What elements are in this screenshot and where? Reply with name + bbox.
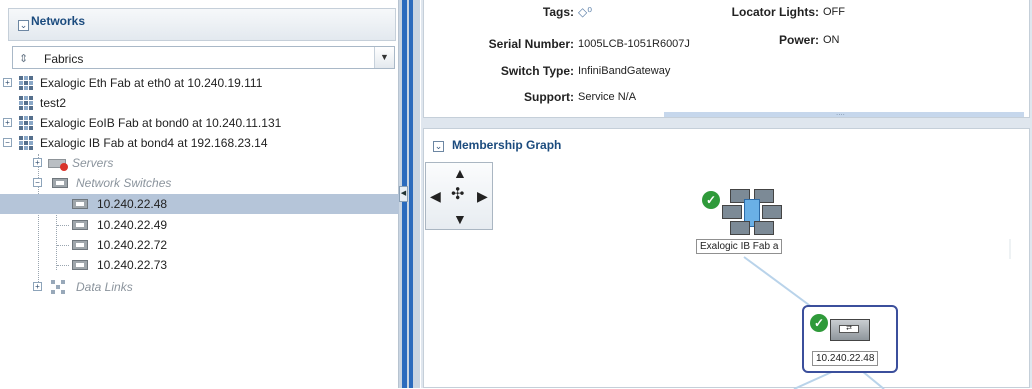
tree-item-label: Data Links — [76, 280, 133, 294]
power-value: ON — [823, 34, 840, 46]
expand-icon[interactable]: + — [3, 118, 12, 127]
tree-item-test2[interactable]: test2 — [0, 93, 399, 113]
tree-item-label: 10.240.22.48 — [97, 197, 168, 211]
support-label: Support: — [524, 90, 574, 104]
collapse-panel-handle[interactable]: ◀ — [399, 186, 408, 202]
tree-item-eoib-fab[interactable]: + Exalogic EoIB Fab at bond0 at 10.240.1… — [0, 113, 399, 133]
sort-icon: ⇕ — [19, 53, 29, 65]
tree-item-data-links[interactable]: + Data Links — [0, 277, 399, 297]
expand-icon[interactable]: + — [3, 78, 12, 87]
fabric-node-label: Exalogic IB Fab a — [696, 239, 783, 254]
view-select[interactable]: ⇕ Fabrics ▼ — [12, 46, 395, 69]
membership-graph-panel: ⌄ Membership Graph ▲ ◀ ✣ ▶ ▼ ✓ Exalogic … — [423, 128, 1030, 389]
fabric-icon — [18, 75, 34, 91]
tree-item-label: 10.240.22.73 — [97, 258, 168, 272]
tree-item-servers[interactable]: + Servers — [0, 153, 399, 173]
fabric-node[interactable]: ✓ Exalogic IB Fab a — [696, 187, 802, 259]
expand-icon[interactable]: + — [33, 158, 42, 167]
fabric-icon — [18, 135, 34, 151]
collapse-networks-button[interactable]: ⌄ — [18, 20, 29, 31]
collapse-icon[interactable]: − — [33, 178, 42, 187]
view-select-value: Fabrics — [44, 52, 84, 66]
support-value: Service N/A — [578, 91, 637, 103]
switch-type-label: Switch Type: — [500, 64, 574, 78]
tree-item-eth-fab[interactable]: + Exalogic Eth Fab at eth0 at 10.240.19.… — [0, 73, 399, 93]
networks-header: ⌄ Networks — [8, 8, 396, 41]
tree-item-switch-10-240-22-73[interactable]: 10.240.22.73 — [0, 255, 399, 275]
tree-item-switch-10-240-22-48[interactable]: 10.240.22.48 — [0, 194, 399, 214]
status-ok-icon: ✓ — [702, 191, 720, 209]
switch-icon — [72, 240, 88, 250]
serial-number-label: Serial Number: — [488, 37, 574, 51]
switch-icon — [72, 220, 88, 230]
tree-item-switch-10-240-22-72[interactable]: 10.240.22.72 — [0, 235, 399, 255]
tree-item-switch-10-240-22-49[interactable]: 10.240.22.49 — [0, 215, 399, 235]
fabric-node-icon — [722, 189, 782, 237]
tree-item-network-switches[interactable]: − Network Switches — [0, 173, 399, 193]
switch-node[interactable]: ✓ ⇄ 10.240.22.48 — [802, 305, 898, 373]
data-links-icon — [50, 279, 66, 295]
graph-edges — [743, 239, 1011, 389]
collapse-icon[interactable]: − — [3, 138, 12, 147]
tree-item-label: Exalogic IB Fab at bond4 at 192.168.23.1… — [40, 136, 268, 150]
error-icon — [60, 163, 68, 171]
expand-icon[interactable]: + — [33, 282, 42, 291]
power-label: Power: — [778, 33, 819, 47]
locator-lights-value: OFF — [823, 6, 845, 18]
switch-icon — [72, 260, 88, 270]
details-panel: Tags: ◇⁰ Serial Number: 1005LCB-1051R600… — [423, 0, 1030, 118]
fabric-icon — [18, 95, 34, 111]
networks-panel: ⌄ Networks ⇕ Fabrics ▼ + Exalogic Eth Fa… — [0, 0, 399, 388]
panel-splitter[interactable]: ◀ — [399, 0, 420, 388]
tree-item-label: Network Switches — [76, 176, 172, 190]
networks-title: Networks — [31, 14, 86, 28]
tree-item-label: test2 — [40, 96, 67, 110]
tags-label: Tags: — [542, 5, 574, 19]
content-area: Tags: ◇⁰ Serial Number: 1005LCB-1051R600… — [421, 0, 1032, 389]
switch-icon — [52, 178, 68, 188]
switch-type-value: InfiniBandGateway — [578, 65, 671, 77]
chevron-down-icon[interactable]: ▼ — [374, 47, 394, 68]
fabric-icon — [18, 115, 34, 131]
locator-lights-label: Locator Lights: — [731, 5, 819, 19]
tree-item-ib-fab[interactable]: − Exalogic IB Fab at bond4 at 192.168.23… — [0, 133, 399, 153]
switch-icon — [72, 199, 88, 209]
switch-node-icon: ⇄ — [830, 319, 870, 341]
tag-icon[interactable]: ◇⁰ — [578, 5, 592, 19]
switch-node-label: 10.240.22.48 — [812, 351, 879, 366]
tree-item-label: Exalogic Eth Fab at eth0 at 10.240.19.11… — [40, 76, 263, 90]
status-ok-icon: ✓ — [810, 314, 828, 332]
details-resize-bar[interactable]: .... — [664, 108, 1024, 117]
tree-item-label: Servers — [72, 156, 114, 170]
tree-item-label: 10.240.22.49 — [97, 218, 168, 232]
tree-item-label: 10.240.22.72 — [97, 238, 168, 252]
tree-item-label: Exalogic EoIB Fab at bond0 at 10.240.11.… — [40, 116, 282, 130]
